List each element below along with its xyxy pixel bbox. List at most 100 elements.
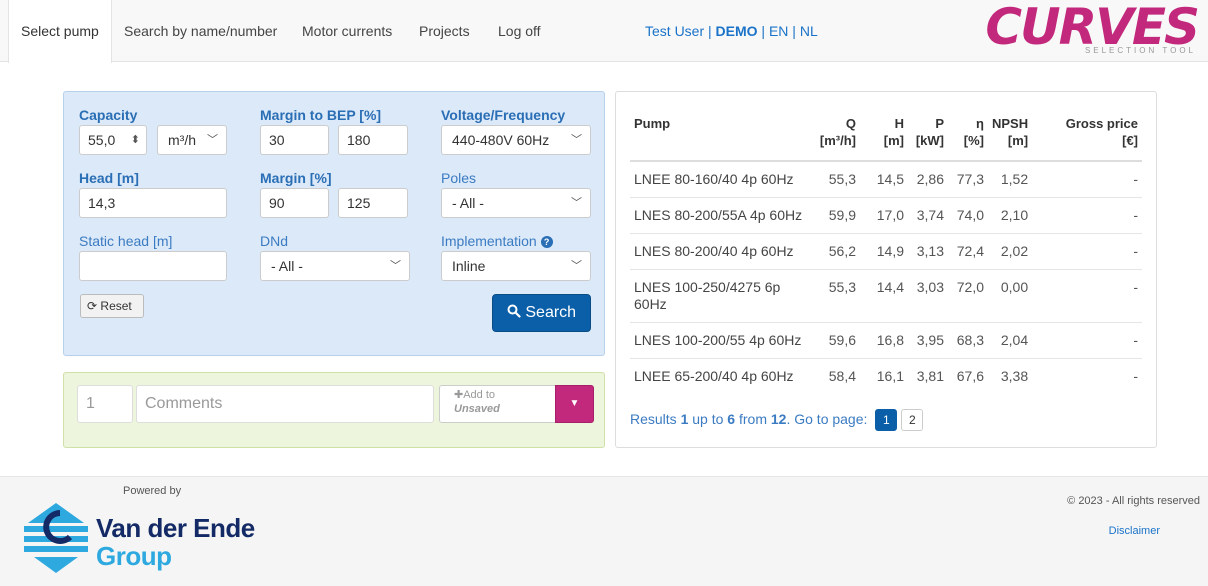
static-head-input[interactable] bbox=[79, 251, 227, 281]
table-cell: - bbox=[1032, 322, 1142, 359]
table-row[interactable]: LNES 80-200/55A 4p 60Hz 59,9 17,0 3,74 74,0 2… bbox=[630, 197, 1142, 234]
table-cell: LNES 100-250/4275 6p 60Hz bbox=[630, 269, 810, 323]
column-header[interactable]: Q [m³/h] bbox=[810, 107, 860, 162]
table-row[interactable]: LNEE 65-200/40 4p 60Hz 58,4 16,1 3,81 67,6 3,… bbox=[630, 358, 1142, 394]
user-bar: Test User | DEMO | EN | NL bbox=[645, 0, 818, 62]
table-row[interactable]: LNEE 80-160/40 4p 60Hz 55,3 14,5 2,86 77,3 1,… bbox=[630, 160, 1142, 198]
table-cell: LNES 80-200/40 4p 60Hz bbox=[630, 233, 810, 270]
column-header[interactable]: P [kW] bbox=[908, 107, 948, 162]
tab-select-pump[interactable]: Select pump bbox=[8, 0, 112, 63]
column-header-label: Pump bbox=[634, 116, 671, 131]
project-dropdown-button[interactable]: ▼ bbox=[555, 385, 594, 423]
table-cell: 2,02 bbox=[988, 233, 1033, 270]
table-row[interactable]: LNES 100-200/55 4p 60Hz 59,6 16,8 3,95 68,3 2… bbox=[630, 322, 1142, 359]
spinner-icon[interactable]: ⬍ bbox=[131, 126, 140, 154]
selection-form: Capacity 55,0 ⬍ m³/h ﹀ Margin to BEP [%]… bbox=[63, 91, 605, 356]
margin-min-input[interactable]: 90 bbox=[260, 188, 329, 218]
capacity-value: 55,0 bbox=[88, 132, 116, 148]
search-label: Search bbox=[525, 304, 577, 321]
dnd-value: - All - bbox=[271, 258, 303, 274]
poles-select[interactable]: - All - ﹀ bbox=[441, 188, 591, 218]
results-panel: Pump Q [m³/h] H [m] P [kW] η [%] NPSH [m] Gro… bbox=[615, 91, 1157, 448]
page-button-1[interactable]: 1 bbox=[875, 409, 898, 431]
tab-projects[interactable]: Projects bbox=[407, 0, 482, 62]
table-cell: 77,3 bbox=[948, 160, 988, 198]
powered-by-label: Powered by bbox=[123, 485, 182, 497]
logo-subtitle: SELECTION TOOL bbox=[1084, 46, 1196, 55]
table-header-row: Pump Q [m³/h] H [m] P [kW] η [%] NPSH [m] Gro… bbox=[630, 107, 1142, 162]
reset-button[interactable]: ⟳ Reset bbox=[80, 294, 144, 318]
reset-label: Reset bbox=[100, 299, 132, 313]
curves-logo: CURVES bbox=[985, 0, 1200, 56]
capacity-input[interactable]: 55,0 ⬍ bbox=[79, 125, 147, 155]
search-icon bbox=[507, 304, 521, 318]
lang-nl-link[interactable]: NL bbox=[800, 23, 818, 39]
footer: Powered by Van der Ende Group © 2023 - A… bbox=[0, 476, 1208, 586]
column-header-label: [kW] bbox=[915, 133, 944, 148]
separator: | bbox=[704, 23, 716, 39]
poles-label: Poles bbox=[441, 170, 477, 186]
table-cell: 59,6 bbox=[810, 322, 860, 359]
margin-bep-max-input[interactable]: 180 bbox=[338, 125, 408, 155]
results-table: Pump Q [m³/h] H [m] P [kW] η [%] NPSH [m] Gro… bbox=[630, 107, 1142, 394]
chevron-down-icon: ﹀ bbox=[571, 134, 582, 146]
capacity-unit-select[interactable]: m³/h ﹀ bbox=[157, 125, 227, 155]
column-header[interactable]: Pump bbox=[630, 107, 810, 162]
margin-bep-min-input[interactable]: 30 bbox=[260, 125, 329, 155]
table-cell: LNES 80-200/55A 4p 60Hz bbox=[630, 197, 810, 234]
tab-log-off[interactable]: Log off bbox=[486, 0, 553, 62]
table-cell: - bbox=[1032, 197, 1142, 234]
table-cell: 14,9 bbox=[860, 233, 908, 270]
column-header[interactable]: Gross price [€] bbox=[1032, 107, 1142, 162]
table-cell: 3,03 bbox=[908, 269, 948, 323]
disclaimer-link[interactable]: Disclaimer bbox=[1109, 525, 1160, 537]
implementation-select[interactable]: Inline ﹀ bbox=[441, 251, 591, 281]
implementation-label-text: Implementation bbox=[441, 233, 537, 249]
table-cell: 3,74 bbox=[908, 197, 948, 234]
add-to-project-button[interactable]: ✚Add to Unsaved bbox=[439, 385, 556, 423]
table-row[interactable]: LNES 80-200/40 4p 60Hz 56,2 14,9 3,13 72,4 2,… bbox=[630, 233, 1142, 270]
user-name-link[interactable]: Test User bbox=[645, 23, 704, 39]
comments-input[interactable]: Comments bbox=[136, 385, 434, 423]
table-cell: 3,38 bbox=[988, 358, 1033, 394]
mode-badge[interactable]: DEMO bbox=[716, 23, 758, 39]
column-header[interactable]: NPSH [m] bbox=[988, 107, 1033, 162]
chevron-down-icon: ﹀ bbox=[571, 197, 582, 209]
voltage-select[interactable]: 440-480V 60Hz ﹀ bbox=[441, 125, 591, 155]
tab-motor-currents[interactable]: Motor currents bbox=[290, 0, 404, 62]
column-header-label: [€] bbox=[1122, 133, 1138, 148]
poles-value: - All - bbox=[452, 195, 484, 211]
dnd-select[interactable]: - All - ﹀ bbox=[260, 251, 410, 281]
lang-en-link[interactable]: EN bbox=[769, 23, 788, 39]
pagination: Results 1 up to 6 from 12. Go to page: 1… bbox=[630, 408, 924, 431]
tab-search-by-name[interactable]: Search by name/number bbox=[112, 0, 289, 62]
head-input[interactable]: 14,3 bbox=[79, 188, 227, 218]
table-cell: - bbox=[1032, 269, 1142, 323]
search-button[interactable]: Search bbox=[492, 294, 591, 332]
dnd-label: DNd bbox=[260, 233, 289, 249]
table-cell: 14,5 bbox=[860, 160, 908, 198]
table-cell: 55,3 bbox=[810, 269, 860, 323]
table-cell: LNEE 80-160/40 4p 60Hz bbox=[630, 160, 810, 198]
project-number-input[interactable]: 1 bbox=[77, 385, 133, 423]
capacity-label: Capacity bbox=[79, 107, 138, 123]
column-header-label: Q bbox=[845, 116, 856, 131]
table-row[interactable]: LNES 100-250/4275 6p 60Hz 55,3 14,4 3,03 72,… bbox=[630, 269, 1142, 323]
pager-text: from bbox=[735, 411, 771, 427]
column-header[interactable]: η [%] bbox=[948, 107, 988, 162]
table-cell: 16,1 bbox=[860, 358, 908, 394]
pager-total: 12 bbox=[770, 411, 787, 427]
table-cell: 2,04 bbox=[988, 322, 1033, 359]
info-icon[interactable]: ? bbox=[540, 236, 553, 248]
column-header[interactable]: H [m] bbox=[860, 107, 908, 162]
margin-max-input[interactable]: 125 bbox=[338, 188, 408, 218]
page-button-2[interactable]: 2 bbox=[901, 409, 924, 431]
table-cell: 74,0 bbox=[948, 197, 988, 234]
table-cell: 14,4 bbox=[860, 269, 908, 323]
van-der-ende-logo-mark bbox=[24, 503, 88, 573]
project-panel: 1 Comments ✚Add to Unsaved ▼ bbox=[63, 372, 605, 448]
implementation-value: Inline bbox=[452, 258, 486, 274]
table-cell: 2,10 bbox=[988, 197, 1033, 234]
plus-icon: ✚ bbox=[454, 389, 464, 401]
column-header-label: P bbox=[935, 116, 944, 131]
